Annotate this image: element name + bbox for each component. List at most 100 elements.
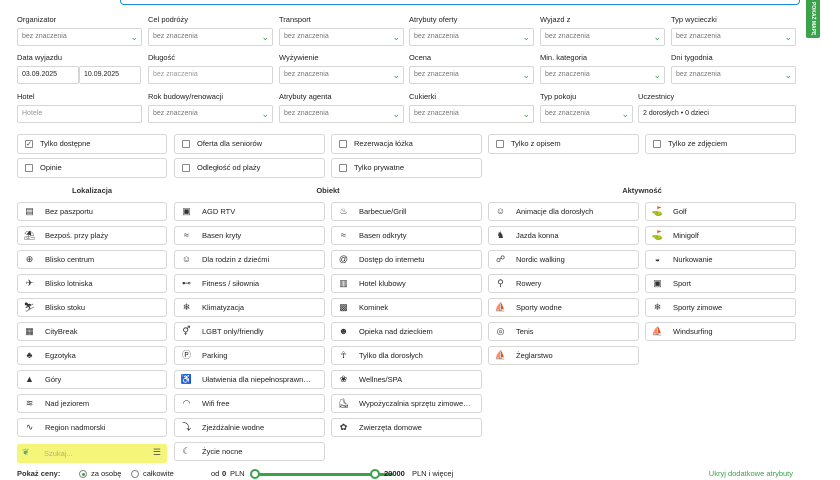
- attribute-item[interactable]: ☺ Animacje dla dorosłych: [488, 202, 639, 221]
- attribute-item[interactable]: ♞ Jazda konna: [488, 226, 639, 245]
- board-select[interactable]: bez znaczenia ⌄: [279, 66, 404, 84]
- attribute-search-input[interactable]: ❦ Szukaj... ☰: [17, 444, 167, 463]
- organizer-select[interactable]: bez znaczenia ⌄: [17, 28, 142, 46]
- attribute-item[interactable]: ▩ Kominek: [331, 298, 482, 317]
- filter-settings-icon[interactable]: ☰: [153, 447, 161, 458]
- transport-select[interactable]: bez znaczenia ⌄: [279, 28, 404, 46]
- childcare-icon: ☻: [338, 326, 349, 336]
- attribute-item[interactable]: ⛳ Minigolf: [645, 226, 796, 245]
- reviews-checkbox[interactable]: Opinie: [17, 158, 167, 178]
- agent-attributes-select[interactable]: bez znaczenia ⌄: [279, 105, 404, 123]
- attribute-item[interactable]: ⛷ Blisko stoku: [17, 298, 167, 317]
- attribute-item[interactable]: ⛸ Wypożyczalnia sprzętu zimowe…: [331, 394, 482, 413]
- rating-select[interactable]: bez znaczenia ⌄: [409, 66, 534, 84]
- price-min-handle[interactable]: [250, 469, 260, 479]
- destination-select[interactable]: bez znaczenia ⌄: [148, 28, 273, 46]
- attribute-label: Animacje dla dorosłych: [516, 207, 594, 216]
- grill-icon: ♨: [339, 206, 348, 216]
- date-from-input[interactable]: 03.09.2025: [17, 66, 79, 84]
- attribute-item[interactable]: ✈ Blisko lotniska: [17, 274, 167, 293]
- attribute-item[interactable]: ∿ Region nadmorski: [17, 418, 167, 437]
- offer-attributes-select[interactable]: bez znaczenia ⌄: [409, 28, 534, 46]
- chevron-down-icon: ⌄: [522, 109, 530, 119]
- price-max-handle[interactable]: [370, 469, 380, 479]
- attribute-item[interactable]: ≋ Nad jeziorem: [17, 394, 167, 413]
- min-category-select[interactable]: bez znaczenia ⌄: [540, 66, 665, 84]
- hotel-input[interactable]: Hotele: [17, 105, 142, 123]
- only-with-photo-checkbox[interactable]: Tylko ze zdjęciem: [645, 134, 796, 154]
- attribute-item[interactable]: ▤ Bez paszportu: [17, 202, 167, 221]
- chevron-down-icon: ⌄: [392, 32, 400, 42]
- water-sports-icon: ⛵: [494, 302, 507, 312]
- hide-attributes-link[interactable]: Ukryj dodatkowe atrybuty: [709, 468, 793, 480]
- attribute-item[interactable]: ⛵ Żeglarstwo: [488, 346, 639, 365]
- participants-input[interactable]: 2 dorosłych • 0 dzieci: [638, 105, 796, 123]
- attribute-item[interactable]: ⊕ Blisko centrum: [17, 250, 167, 269]
- attribute-item[interactable]: ▲ Góry: [17, 370, 167, 389]
- attribute-item[interactable]: @ Dostęp do internetu: [331, 250, 482, 269]
- attribute-item[interactable]: ☾ Życie nocne: [174, 442, 325, 461]
- room-type-select[interactable]: bez znaczenia ⌄: [540, 105, 633, 123]
- attribute-item[interactable]: ⚲ Rowery: [488, 274, 639, 293]
- candies-select[interactable]: bez znaczenia ⌄: [409, 105, 534, 123]
- attribute-item[interactable]: ≈ Basen kryty: [174, 226, 325, 245]
- attribute-item[interactable]: ✿ Zwierzęta domowe: [331, 418, 482, 437]
- only-with-description-checkbox[interactable]: Tylko z opisem: [488, 134, 639, 154]
- attribute-label: Życie nocne: [202, 447, 243, 456]
- bed-reservation-checkbox[interactable]: Rezerwacja łóżka: [331, 134, 482, 154]
- total-radio[interactable]: [131, 470, 139, 478]
- fireplace-icon: ▩: [339, 302, 348, 312]
- attribute-item[interactable]: ▥ Hotel klubowy: [331, 274, 482, 293]
- show-map-tab[interactable]: POKAŻ MAPĘ: [806, 0, 820, 38]
- wheelchair-icon: ♿: [180, 374, 193, 384]
- attribute-item[interactable]: ❄ Sporty zimowe: [645, 298, 796, 317]
- attribute-item[interactable]: ♨ Barbecue/Grill: [331, 202, 482, 221]
- date-to-input[interactable]: 10.09.2025: [79, 66, 141, 84]
- pets-icon: ✿: [339, 422, 348, 432]
- field-label: Atrybuty agenta: [279, 92, 332, 101]
- checkbox-icon: [182, 164, 190, 172]
- only-available-checkbox[interactable]: ✓ Tylko dostępne: [17, 134, 167, 154]
- attribute-item[interactable]: ⊷ Fitness / siłownia: [174, 274, 325, 293]
- attribute-item[interactable]: ⛳ Golf: [645, 202, 796, 221]
- attribute-item[interactable]: ♿ Ułatwienia dla niepełnosprawn…: [174, 370, 325, 389]
- organizer-filter: Organizator bez znaczenia ⌄: [17, 15, 142, 46]
- attribute-item[interactable]: ☺ Dla rodzin z dziećmi: [174, 250, 325, 269]
- attribute-item[interactable]: ≈ Basen odkryty: [331, 226, 482, 245]
- attribute-item[interactable]: ❄ Klimatyzacja: [174, 298, 325, 317]
- trip-type-select[interactable]: bez znaczenia ⌄: [671, 28, 796, 46]
- attribute-item[interactable]: ♣ Egzotyka: [17, 346, 167, 365]
- build-year-select[interactable]: bez znaczenia ⌄: [148, 105, 273, 123]
- attribute-item[interactable]: ▦ CityBreak: [17, 322, 167, 341]
- attribute-item[interactable]: ◠ Wifi free: [174, 394, 325, 413]
- beach-distance-checkbox[interactable]: Odległość od plaży: [174, 158, 325, 178]
- attribute-item[interactable]: ◒ Nurkowanie: [645, 250, 796, 269]
- attribute-item[interactable]: ⛵ Sporty wodne: [488, 298, 639, 317]
- field-label: Typ wycieczki: [671, 15, 717, 24]
- duration-select[interactable]: bez znaczenia: [148, 66, 273, 84]
- seniors-offer-checkbox[interactable]: Oferta dla seniorów: [174, 134, 325, 154]
- club-hotel-icon: ▥: [339, 278, 348, 288]
- attribute-item[interactable]: ☻ Opieka nad dzieckiem: [331, 322, 482, 341]
- per-person-radio[interactable]: [79, 470, 87, 478]
- show-prices-label: Pokaż ceny:: [17, 469, 61, 478]
- attribute-item[interactable]: ☥ Tylko dla dorosłych: [331, 346, 482, 365]
- attribute-item[interactable]: ⛵ Windsurfing: [645, 322, 796, 341]
- attribute-item[interactable]: ☍ Nordic walking: [488, 250, 639, 269]
- attribute-item[interactable]: ❀ Wellnes/SPA: [331, 370, 482, 389]
- airport-icon: ✈: [25, 278, 34, 288]
- attribute-item[interactable]: ▣ AGD RTV: [174, 202, 325, 221]
- price-from-currency: PLN: [230, 469, 245, 478]
- field-label: Długość: [148, 53, 176, 62]
- departure-from-select[interactable]: bez znaczenia ⌄: [540, 28, 665, 46]
- attribute-item[interactable]: Ⓟ Parking: [174, 346, 325, 365]
- attribute-item[interactable]: ⚥ LGBT only/friendly: [174, 322, 325, 341]
- chevron-down-icon: ⌄: [621, 109, 629, 119]
- attribute-item[interactable]: ▣ Sport: [645, 274, 796, 293]
- attribute-item[interactable]: ⛱ Bezpoś. przy plaży: [17, 226, 167, 245]
- weekdays-select[interactable]: bez znaczenia ⌄: [671, 66, 796, 84]
- chevron-down-icon: ⌄: [261, 32, 269, 42]
- only-private-checkbox[interactable]: Tylko prywatne: [331, 158, 482, 178]
- attribute-item[interactable]: ◎ Tenis: [488, 322, 639, 341]
- attribute-item[interactable]: ⤵ Zjeżdżalnie wodne: [174, 418, 325, 437]
